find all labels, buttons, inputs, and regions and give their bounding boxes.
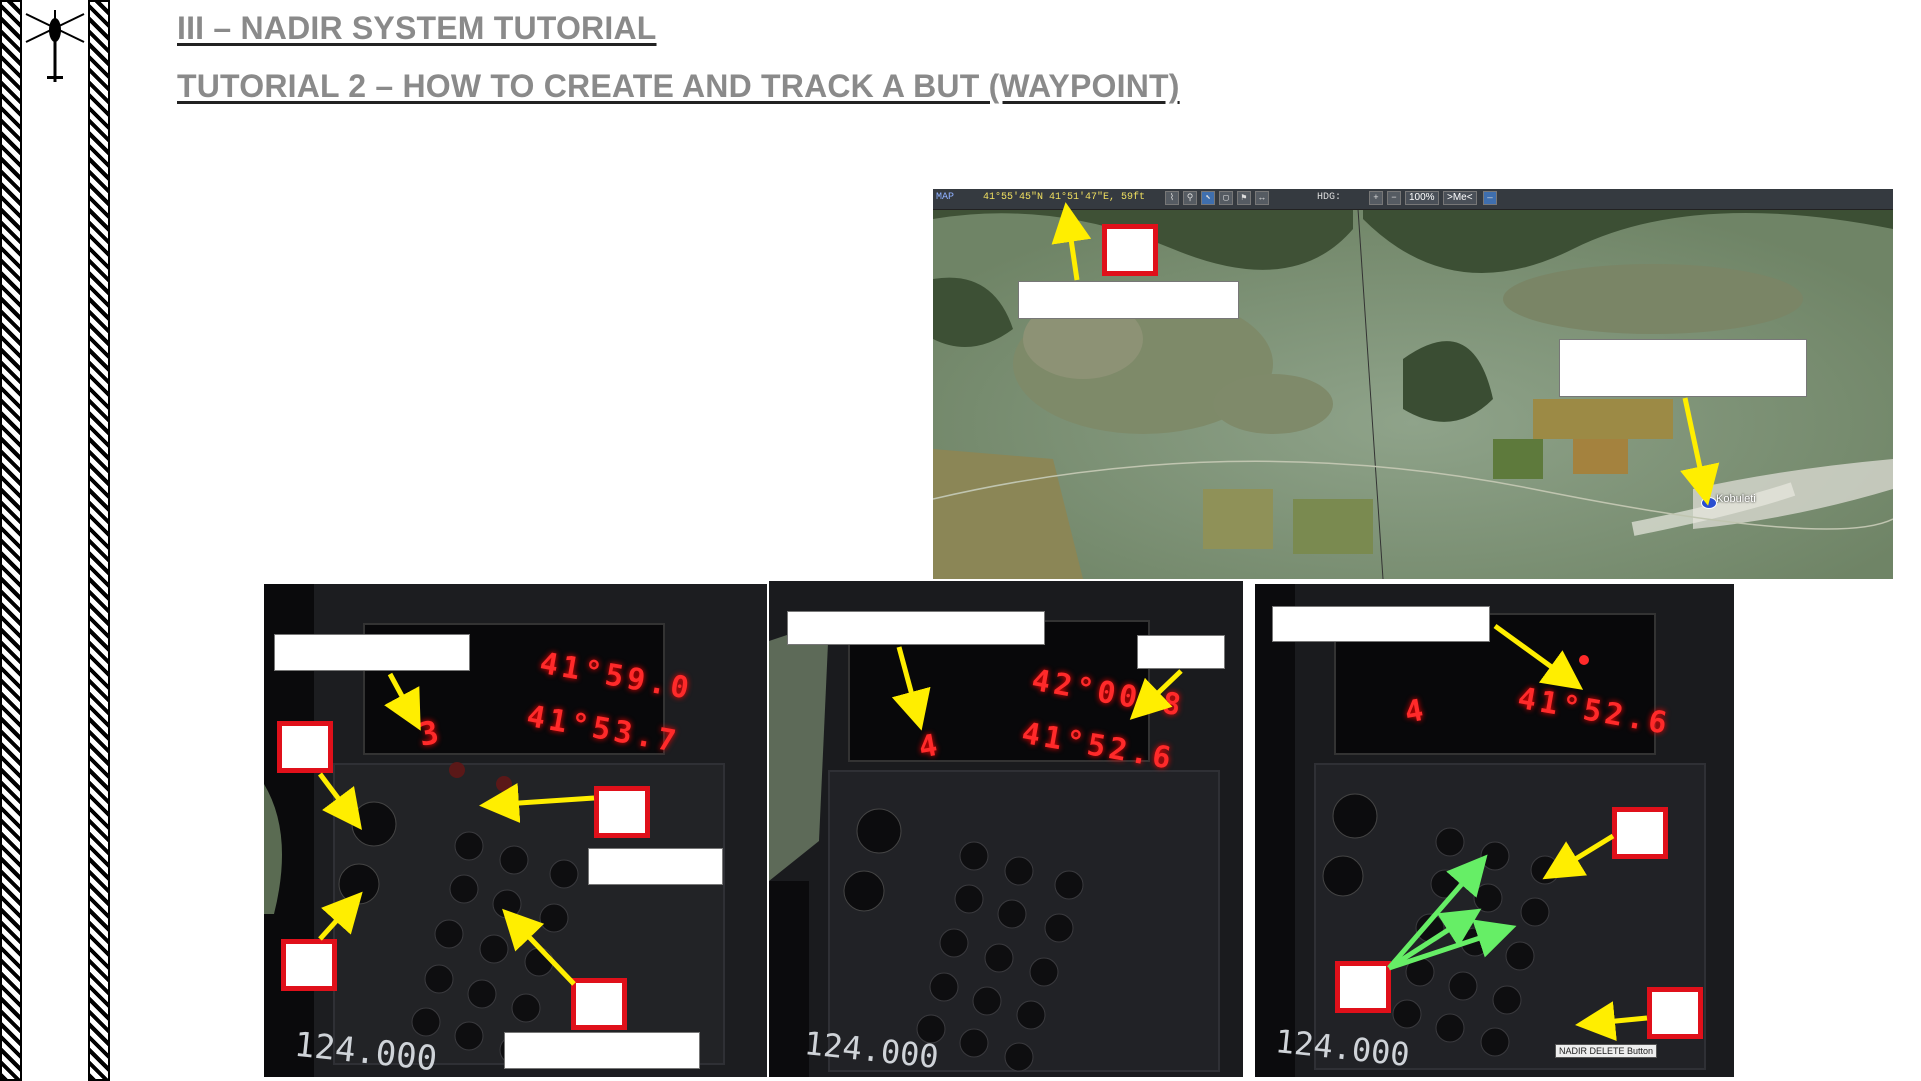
callout-box-key-2 [1612,807,1668,859]
callout-label-coordinates [1018,281,1239,319]
callout-box-ent-key [594,786,650,838]
left-border-hatch-outer [0,0,22,1081]
nadir-panel-1-screenshot: 3 41°59.0 41°53.7 124.000 [264,584,767,1077]
callout-label-waypoint [274,634,470,671]
map-toolbar: MAP 41°55'45"N 41°51'47"E, 59ft ⌇ ⚲ ⬉ ▢ … [933,189,1893,210]
tutorial-title: TUTORIAL 2 – HOW TO CREATE AND TRACK A B… [177,68,1180,104]
section-title: III – NADIR SYSTEM TUTORIAL [177,10,657,46]
flag-icon[interactable]: ⚑ [1237,191,1251,205]
helicopter-icon [22,0,88,95]
callout-label-ent [588,848,723,885]
map-tab-label[interactable]: MAP [936,192,954,203]
callout-label-display [1137,635,1225,669]
callout-box-coordinates [1102,224,1158,276]
callout-label-display [1272,606,1490,642]
pin-icon[interactable]: ⚲ [1183,191,1197,205]
callout-label-waypoint [787,611,1045,645]
airfield-label: Kobuleti [1716,493,1756,505]
zoom-level[interactable]: 100% [1405,191,1439,205]
nadir-panel-3-screenshot: 4 41°52.6 124.000 NADIR DELETE Button [1255,584,1734,1077]
select-icon[interactable]: ▢ [1219,191,1233,205]
center-on-me-button[interactable]: >Me< [1443,191,1477,205]
callout-box-w-key [571,978,627,1030]
nadir-delete-tooltip: NADIR DELETE Button [1555,1044,1658,1058]
minimize-icon[interactable]: — [1483,191,1497,205]
callout-label-airfield [1559,339,1807,397]
pointer-icon[interactable]: ⬉ [1201,191,1215,205]
left-border-hatch-inner [88,0,110,1081]
nadir-panel-2-screenshot: 4 42°00.8 41°52.6 124.000 [769,581,1243,1077]
heading-label: HDG: [1317,192,1342,203]
airfield-marker-icon [1701,497,1717,509]
callout-label-keypad [504,1032,700,1069]
arrows-icon[interactable]: ↔ [1255,191,1269,205]
zoom-out-icon[interactable]: − [1387,191,1401,205]
callout-box-eff-key [1647,987,1703,1039]
callout-box-mode-selector [277,721,333,773]
zoom-in-icon[interactable]: + [1369,191,1383,205]
callout-box-keys-1-4-5 [1335,961,1391,1013]
map-coordinates-readout: 41°55'45"N 41°51'47"E, 59ft [983,192,1146,203]
ruler-icon[interactable]: ⌇ [1165,191,1179,205]
callout-box-lower-knob [281,939,337,991]
